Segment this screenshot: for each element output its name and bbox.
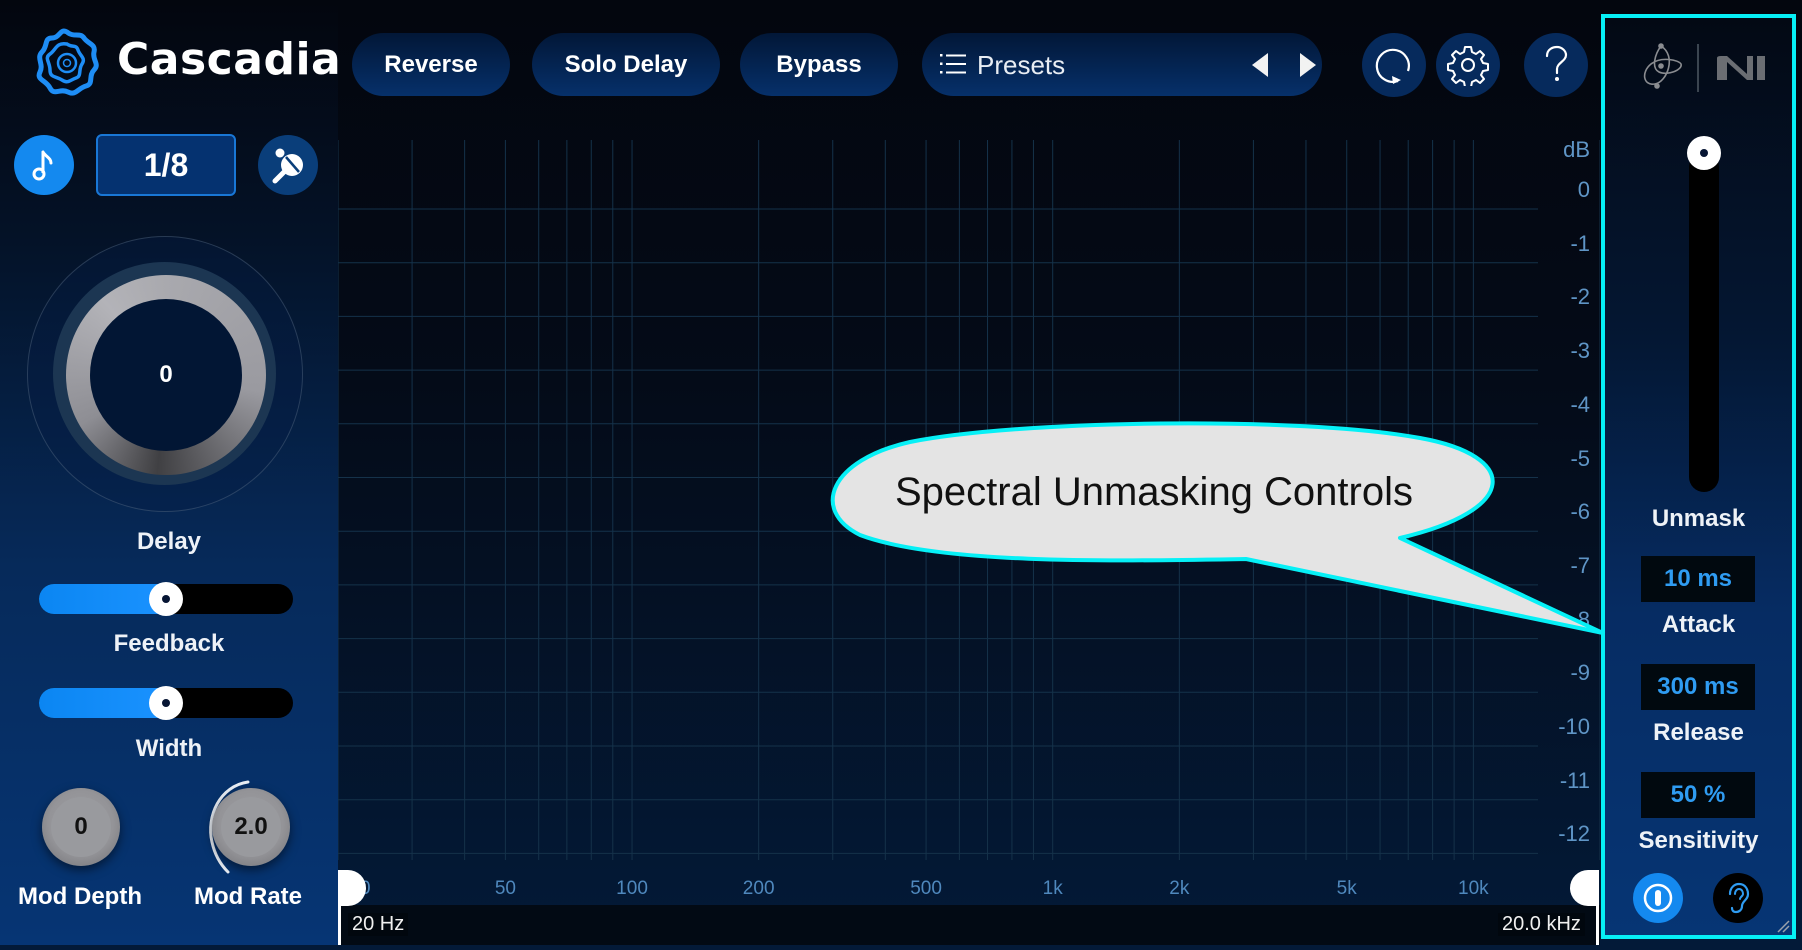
mod-depth-knob[interactable]: 0 [42,788,120,866]
delay-value: 0 [90,299,242,451]
unmask-enable-button[interactable] [1633,873,1683,923]
help-button[interactable] [1524,33,1588,97]
db-tick-label: -12 [1558,821,1590,847]
mod-rate-value: 2.0 [221,797,281,857]
ping-pong-icon [272,148,303,184]
frequency-tick-label: 1k [1042,878,1063,899]
high-cut-handle[interactable] [1570,870,1598,906]
callout-text: Spectral Unmasking Controls [895,470,1413,514]
frequency-tick-label: 50 [494,878,516,899]
frequency-tick-label: 10k [1458,878,1489,899]
low-cut-value: 20 Hz [348,913,409,936]
mod-rate-knob[interactable]: 2.0 [212,788,290,866]
attack-label: Attack [1661,611,1736,638]
unmask-slider[interactable] [1689,152,1719,492]
feedback-slider[interactable] [39,582,293,616]
next-preset-icon[interactable] [1299,52,1317,78]
high-cut-value: 20.0 kHz [1498,913,1585,936]
delay-knob[interactable]: 0 [27,236,303,512]
cascadia-logo-icon [36,28,99,96]
resize-grip-icon[interactable] [1774,917,1790,933]
presets-label[interactable]: Presets [977,50,1065,81]
reverse-button[interactable]: Reverse [352,33,510,96]
mod-depth-value: 0 [51,797,111,857]
settings-button[interactable] [1436,33,1500,97]
ping-pong-button[interactable] [258,135,318,195]
ni-logo-icon [1717,56,1765,80]
bypass-button[interactable]: Bypass [740,33,898,96]
attack-field[interactable]: 10 ms [1641,556,1755,602]
tempo-sync-button[interactable] [14,135,74,195]
cascadia-plugin-window: Cascadia 1/8 0 Delay Feedback Width 0 Mo… [0,0,1802,950]
db-tick-label: -11 [1559,767,1590,793]
frequency-tick-label: 500 [910,878,942,899]
db-tick-label: -4 [1570,391,1590,417]
sensitivity-field[interactable]: 50 % [1641,772,1755,818]
mod-depth-label: Mod Depth [18,883,142,910]
db-unit-label: dB [1563,137,1590,162]
unmask-panel: Unmask 10 ms Attack 300 ms Release 50 % … [1601,14,1796,939]
power-icon [1643,883,1673,913]
db-tick-label: -9 [1570,660,1590,686]
prev-preset-icon[interactable] [1251,52,1269,78]
delay-division-field[interactable]: 1/8 [96,134,236,196]
frequency-tick-label: 100 [616,878,648,899]
width-slider-thumb[interactable] [149,686,183,720]
db-tick-label: -2 [1570,284,1590,310]
release-field[interactable]: 300 ms [1641,664,1755,710]
frequency-tick-label: 2k [1169,878,1190,899]
width-slider[interactable] [39,686,293,720]
mod-rate-label: Mod Rate [194,883,302,910]
release-label: Release [1653,719,1744,746]
unmask-label: Unmask [1651,505,1746,532]
frequency-tick-label: 200 [742,878,775,899]
loop-icon [1375,48,1410,84]
logo-divider [1697,44,1699,92]
app-title: Cascadia [117,34,342,85]
delay-label: Delay [136,528,202,555]
frequency-tick-label: 5k [1336,878,1357,899]
gear-icon [1447,46,1489,86]
feedback-label: Feedback [113,630,225,657]
ear-icon [1728,882,1750,914]
db-tick-label: 0 [1577,177,1590,202]
music-note-icon [32,150,53,181]
left-panel: Cascadia 1/8 0 Delay Feedback Width 0 Mo… [0,0,342,945]
izotope-logo-icon [1643,43,1682,89]
unmask-slider-thumb[interactable] [1687,136,1721,170]
db-tick-label: -3 [1570,338,1590,364]
callout-bubble [830,421,1605,635]
list-icon [940,54,966,74]
db-tick-label: -1 [1570,230,1590,256]
sensitivity-label: Sensitivity [1638,827,1759,854]
solo-delay-button[interactable]: Solo Delay [532,33,720,96]
help-icon [1545,45,1568,81]
db-tick-label: -10 [1558,714,1590,739]
loop-button[interactable] [1362,33,1426,97]
width-label: Width [135,735,203,762]
frequency-range-bar [338,905,1600,945]
presets-bar[interactable]: Presets [922,33,1322,96]
feedback-slider-thumb[interactable] [149,582,183,616]
listen-button[interactable] [1713,873,1763,923]
